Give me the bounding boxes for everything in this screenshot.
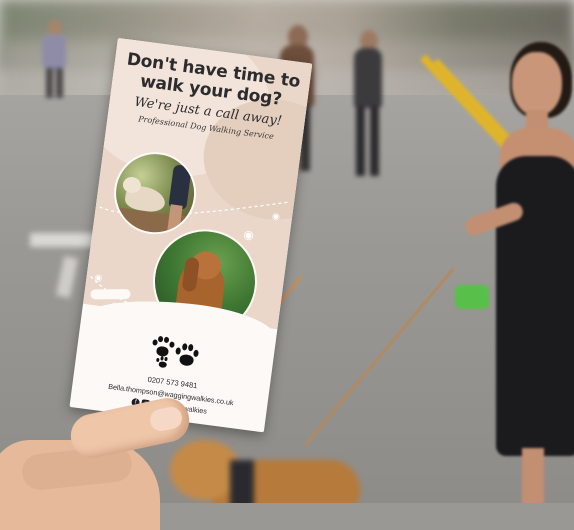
paw-icon: ◉	[271, 210, 281, 222]
hand-holding-flyer	[0, 394, 240, 530]
background-pedestrian	[40, 20, 70, 100]
flyer-brush-stroke	[90, 289, 131, 300]
smiling-woman	[430, 28, 574, 503]
paw-icon: ◉	[242, 227, 255, 243]
lane-mark	[55, 255, 79, 299]
background-pedestrian	[350, 30, 386, 180]
paw-icon: ◉	[93, 272, 104, 283]
paw-prints-icon	[149, 335, 203, 373]
leash-handle	[455, 285, 489, 309]
